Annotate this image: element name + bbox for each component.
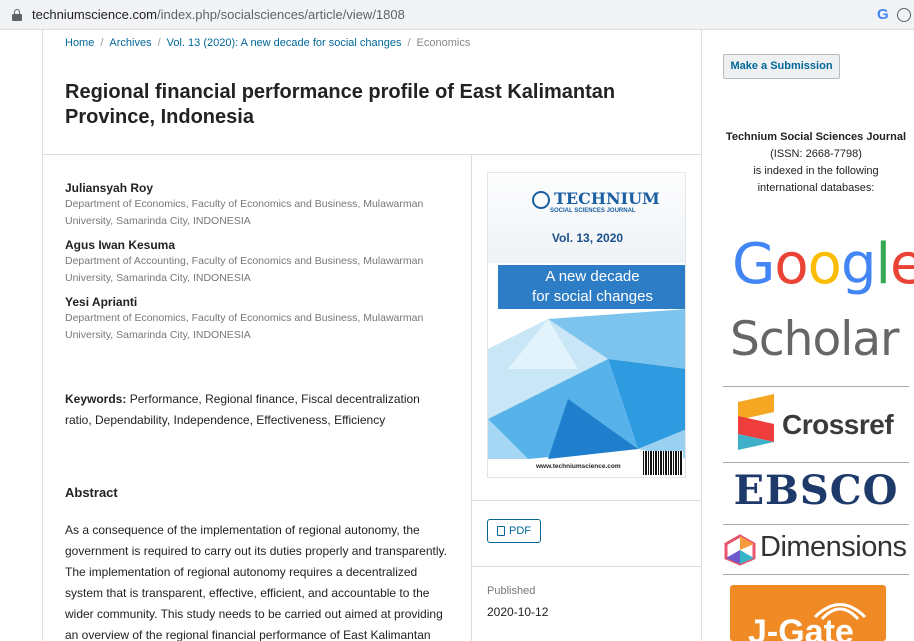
breadcrumb-issue-link[interactable]: Vol. 13 (2020): A new decade for social … [167,37,402,49]
google-extension-icon[interactable]: G [877,6,889,23]
author-item: Agus Iwan Kesuma Department of Accountin… [65,237,445,287]
divider [723,574,909,575]
column-divider [471,155,472,641]
cover-logo: TECHNIUM [554,189,660,208]
divider [723,462,909,463]
divider [723,524,909,525]
indexed-text: is indexed in the following internationa… [753,165,879,194]
author-affiliation: Department of Economics, Faculty of Econ… [65,198,424,227]
author-affiliation: Department of Economics, Faculty of Econ… [65,312,424,341]
dimensions-text: Dimensions [760,531,907,563]
main-content: Home / Archives / Vol. 13 (2020): A new deca… [42,30,702,641]
author-name: Yesi Aprianti [65,295,138,309]
journal-info: Technium Social Sciences Journal (ISSN: … [722,129,910,197]
issue-cover-image[interactable]: TECHNIUM SOCIAL SCIENCES JOURNAL Vol. 13… [487,172,686,478]
cover-band-line1: A new decade [545,268,640,285]
divider [472,500,701,501]
make-submission-button[interactable]: Make a Submission [723,54,840,79]
jgate-text: J-Gate [748,613,854,641]
author-name: Agus Iwan Kesuma [65,238,176,252]
extension-icon[interactable] [897,8,911,22]
page-title: Regional financial performance profile o… [65,81,616,128]
abstract-heading: Abstract [65,485,118,500]
dimensions-logo[interactable]: Dimensions [724,528,914,572]
author-item: Juliansyah Roy Department of Economics, … [65,180,445,230]
divider [43,154,701,155]
divider [723,386,909,387]
divider [472,566,701,567]
abstract-text: As a consequence of the implementation o… [65,523,447,641]
crossref-logo[interactable]: Crossref [738,392,908,452]
journal-issn: (ISSN: 2668-7798) [770,148,862,160]
pdf-file-icon [497,526,505,536]
technium-logo-icon [532,191,550,209]
breadcrumb: Home / Archives / Vol. 13 (2020): A new deca… [65,37,471,49]
published-date: 2020-10-12 [487,605,549,619]
ebsco-logo[interactable]: EBSCO [723,467,909,514]
url-text[interactable]: techniumscience.com/index.php/socialscie… [32,7,405,22]
cover-band: A new decade for social changes [498,265,685,309]
breadcrumb-archives-link[interactable]: Archives [109,37,151,49]
author-item: Yesi Aprianti Department of Economics, F… [65,294,445,344]
pdf-download-button[interactable]: PDF [487,519,541,543]
cover-polygon-art [488,309,685,459]
lock-icon [12,9,22,21]
author-name: Juliansyah Roy [65,181,154,195]
browser-url-bar[interactable]: techniumscience.com/index.php/socialscie… [0,0,914,30]
google-scholar-text: Scholar [730,312,899,367]
crossref-text: Crossref [782,409,894,440]
breadcrumb-section: Economics [416,37,471,49]
cover-logo-sub: SOCIAL SCIENCES JOURNAL [550,208,636,214]
cover-band-line2: for social changes [532,288,653,305]
crossref-icon [738,394,774,450]
cover-volume: Vol. 13, 2020 [551,231,624,245]
pdf-label: PDF [509,525,531,537]
breadcrumb-home-link[interactable]: Home [65,37,94,49]
keywords-label: Keywords: [65,392,127,406]
author-affiliation: Department of Accounting, Faculty of Eco… [65,255,424,284]
sidebar: Make a Submission Technium Social Scienc… [702,30,914,641]
cover-website: www.techniumscience.com [536,463,621,470]
dimensions-icon [724,534,756,566]
published-label: Published [487,585,536,597]
keywords: Keywords: Performance, Regional finance,… [65,389,435,431]
google-scholar-logo[interactable]: Google [732,235,914,295]
journal-name: Technium Social Sciences Journal [725,131,907,143]
authors-list: Juliansyah Roy Department of Economics, … [65,180,445,351]
jgate-logo[interactable]: J-Gate [730,585,886,641]
barcode-image [643,451,683,475]
